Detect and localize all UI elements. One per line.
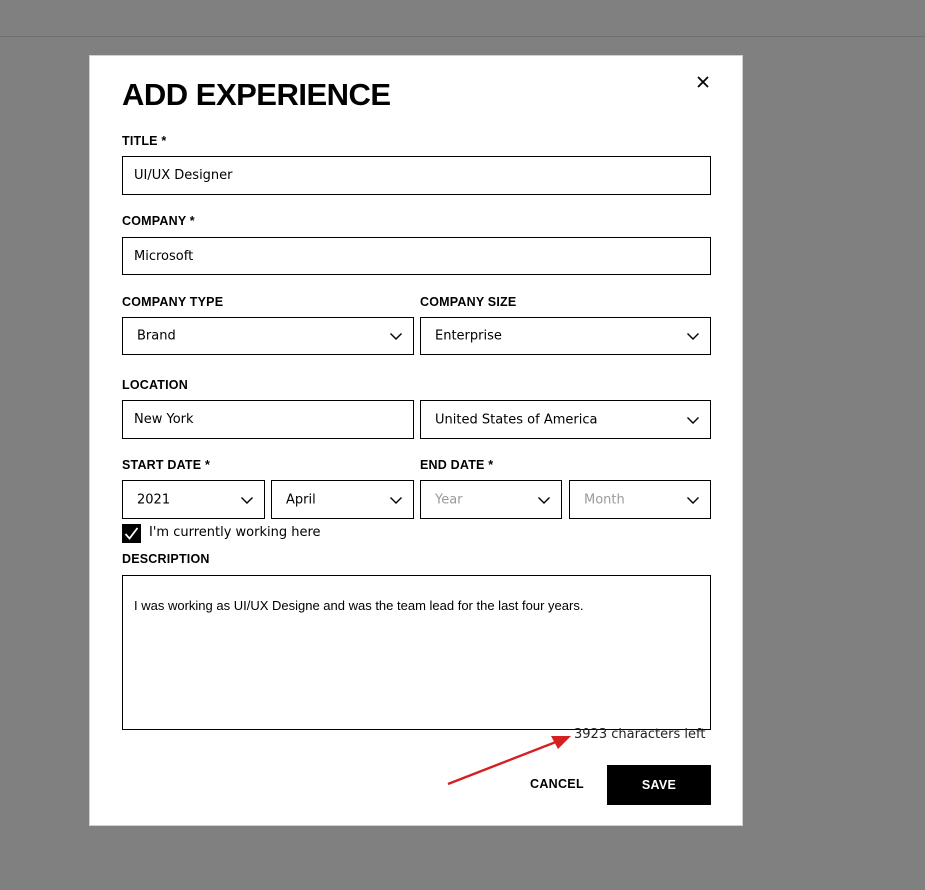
description-textarea[interactable]: I was working as UI/UX Designe and was t… (134, 598, 699, 721)
company-field-box (122, 237, 711, 275)
description-field-box: I was working as UI/UX Designe and was t… (122, 575, 711, 730)
cancel-button[interactable]: CANCEL (530, 777, 584, 791)
end-year-select[interactable]: Year (420, 480, 562, 519)
chevron-down-icon (538, 496, 550, 504)
end-month-placeholder: Month (584, 492, 625, 507)
start-month-select[interactable]: April (271, 480, 414, 519)
checkmark-icon (124, 527, 139, 540)
title-field-box (122, 156, 711, 195)
chevron-down-icon (687, 416, 699, 424)
end-year-placeholder: Year (435, 492, 463, 507)
chevron-down-icon (687, 496, 699, 504)
background-divider (0, 36, 925, 37)
start-month-value: April (286, 492, 316, 507)
save-button[interactable]: SAVE (607, 765, 711, 805)
title-input[interactable] (134, 157, 699, 194)
add-experience-modal: ADD EXPERIENCE TITLE * COMPANY * COMPANY… (89, 55, 743, 826)
start-date-label: START DATE * (122, 458, 211, 472)
description-label: DESCRIPTION (122, 552, 210, 566)
company-type-select[interactable]: Brand (122, 317, 414, 355)
company-size-label: COMPANY SIZE (420, 295, 517, 309)
chevron-down-icon (687, 333, 699, 340)
company-label: COMPANY * (122, 214, 195, 228)
currently-working-checkbox[interactable] (122, 524, 141, 543)
chevron-down-icon (390, 333, 402, 340)
end-month-select[interactable]: Month (569, 480, 711, 519)
characters-left-counter: 3923 characters left (574, 727, 706, 742)
currently-working-label: I'm currently working here (149, 525, 321, 540)
company-size-select[interactable]: Enterprise (420, 317, 711, 355)
company-size-value: Enterprise (435, 328, 502, 344)
country-select[interactable]: United States of America (420, 400, 711, 439)
title-label: TITLE * (122, 134, 167, 148)
end-date-label: END DATE * (420, 458, 494, 472)
company-input[interactable] (134, 238, 699, 274)
location-label: LOCATION (122, 378, 188, 392)
chevron-down-icon (390, 496, 402, 504)
start-year-value: 2021 (137, 492, 171, 507)
company-type-label: COMPANY TYPE (122, 295, 224, 309)
city-input[interactable] (134, 401, 402, 438)
country-value: United States of America (435, 412, 598, 427)
modal-title: ADD EXPERIENCE (122, 77, 391, 112)
close-icon[interactable] (694, 73, 712, 91)
company-type-value: Brand (137, 328, 176, 344)
city-field-box (122, 400, 414, 439)
chevron-down-icon (241, 496, 253, 504)
start-year-select[interactable]: 2021 (122, 480, 265, 519)
